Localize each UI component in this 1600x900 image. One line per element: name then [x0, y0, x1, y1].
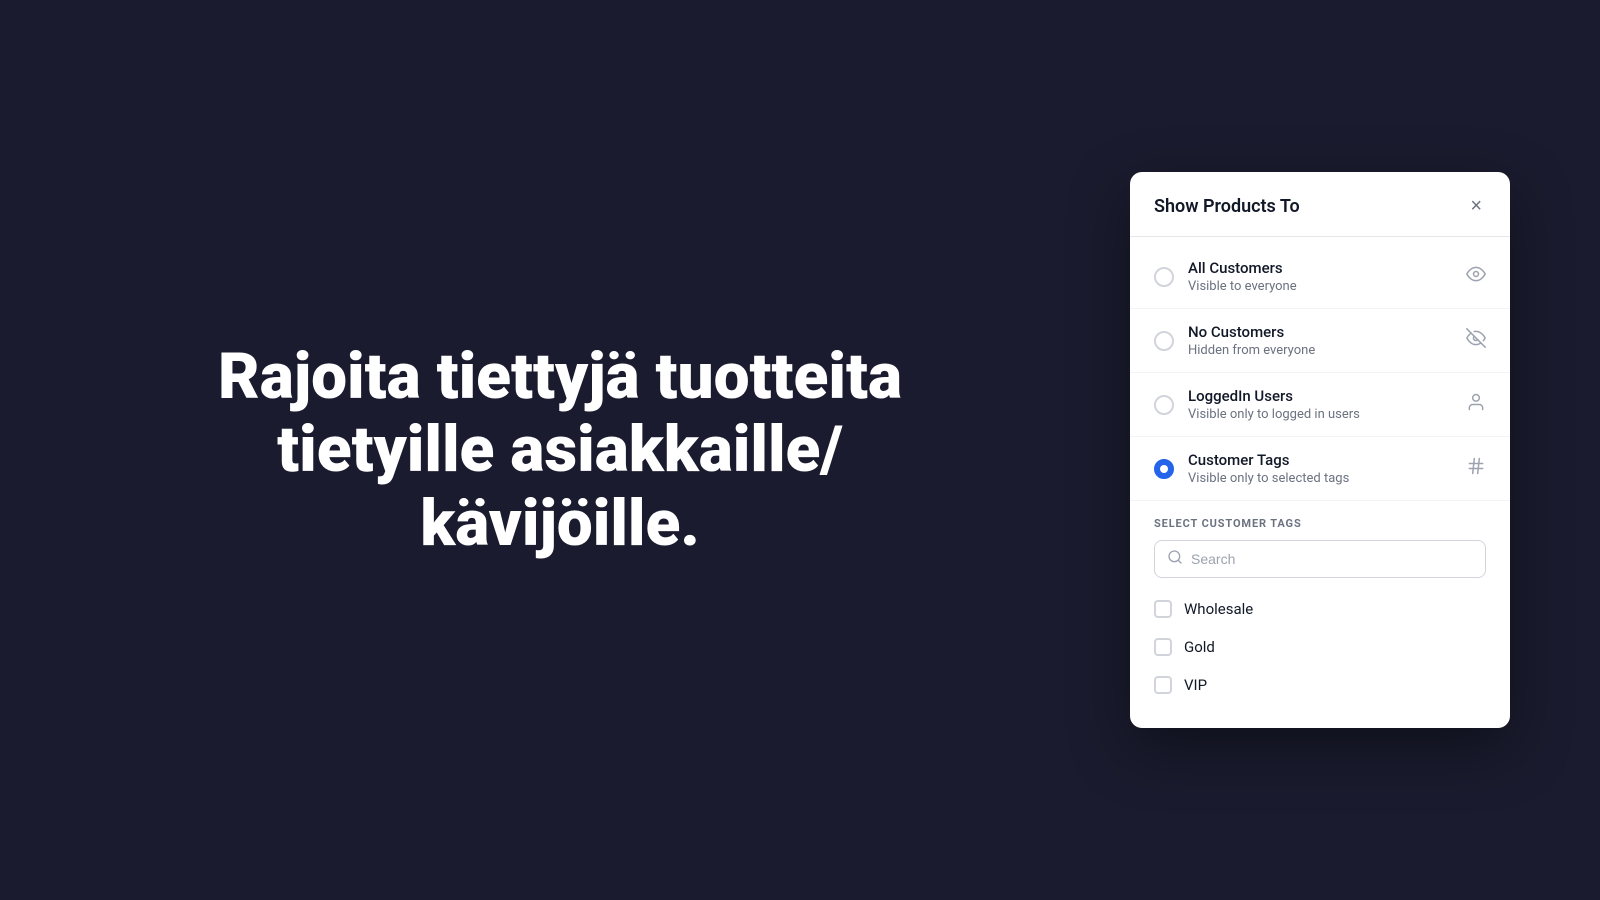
tags-section: SELECT CUSTOMER TAGS Wholesale: [1130, 501, 1510, 720]
tags-section-label: SELECT CUSTOMER TAGS: [1154, 517, 1486, 530]
option-no-customers[interactable]: No Customers Hidden from everyone: [1130, 309, 1510, 373]
hash-icon: [1466, 456, 1486, 481]
modal-title: Show Products To: [1154, 196, 1300, 217]
search-input[interactable]: [1191, 551, 1473, 567]
user-icon: [1466, 392, 1486, 417]
option-loggedin-users[interactable]: LoggedIn Users Visible only to logged in…: [1130, 373, 1510, 437]
hero-heading: Rajoita tiettyjä tuotteita tietyille asi…: [210, 340, 910, 561]
option-desc-loggedin-users: Visible only to logged in users: [1188, 407, 1458, 422]
tag-item-wholesale[interactable]: Wholesale: [1154, 590, 1486, 628]
checkbox-wholesale[interactable]: [1154, 600, 1172, 618]
close-button[interactable]: ×: [1466, 192, 1486, 220]
option-text-no-customers: No Customers Hidden from everyone: [1188, 323, 1458, 358]
option-label-no-customers: No Customers: [1188, 323, 1458, 341]
tag-label-wholesale: Wholesale: [1184, 600, 1253, 618]
option-text-customer-tags: Customer Tags Visible only to selected t…: [1188, 451, 1458, 486]
radio-loggedin-users[interactable]: [1154, 395, 1174, 415]
option-label-customer-tags: Customer Tags: [1188, 451, 1458, 469]
search-icon: [1167, 549, 1183, 569]
option-all-customers[interactable]: All Customers Visible to everyone: [1130, 245, 1510, 309]
option-desc-customer-tags: Visible only to selected tags: [1188, 471, 1458, 486]
left-panel: Rajoita tiettyjä tuotteita tietyille asi…: [0, 280, 1120, 621]
eye-icon: [1466, 264, 1486, 289]
tag-item-vip[interactable]: VIP: [1154, 666, 1486, 704]
radio-no-customers[interactable]: [1154, 331, 1174, 351]
option-text-all-customers: All Customers Visible to everyone: [1188, 259, 1458, 294]
option-text-loggedin-users: LoggedIn Users Visible only to logged in…: [1188, 387, 1458, 422]
eye-off-icon: [1466, 328, 1486, 353]
option-label-loggedin-users: LoggedIn Users: [1188, 387, 1458, 405]
tag-item-gold[interactable]: Gold: [1154, 628, 1486, 666]
search-box[interactable]: [1154, 540, 1486, 578]
tag-label-gold: Gold: [1184, 638, 1215, 656]
tag-label-vip: VIP: [1184, 676, 1207, 694]
right-panel: Show Products To × All Customers Visible…: [1120, 172, 1520, 728]
show-products-modal: Show Products To × All Customers Visible…: [1130, 172, 1510, 728]
radio-all-customers[interactable]: [1154, 267, 1174, 287]
modal-header: Show Products To ×: [1130, 172, 1510, 237]
option-label-all-customers: All Customers: [1188, 259, 1458, 277]
radio-customer-tags[interactable]: [1154, 459, 1174, 479]
modal-body: All Customers Visible to everyone No Cus…: [1130, 237, 1510, 728]
option-desc-no-customers: Hidden from everyone: [1188, 343, 1458, 358]
checkbox-gold[interactable]: [1154, 638, 1172, 656]
option-desc-all-customers: Visible to everyone: [1188, 279, 1458, 294]
option-customer-tags[interactable]: Customer Tags Visible only to selected t…: [1130, 437, 1510, 501]
tag-list: Wholesale Gold VIP: [1154, 590, 1486, 704]
checkbox-vip[interactable]: [1154, 676, 1172, 694]
